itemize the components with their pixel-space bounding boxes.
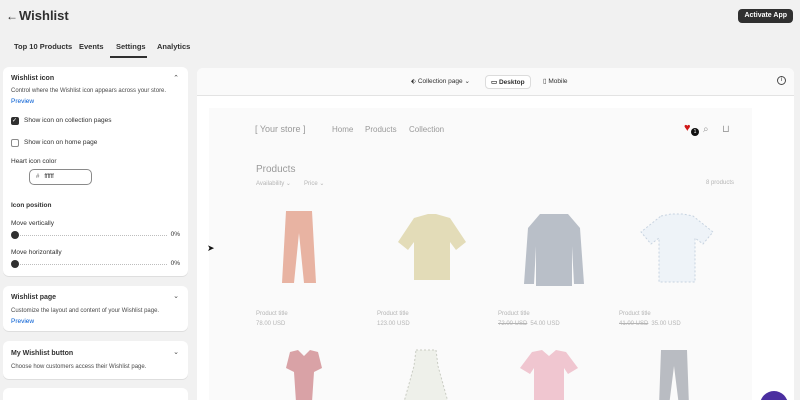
product-card: [514, 346, 614, 400]
product-image: [398, 214, 466, 280]
product-image: [282, 211, 316, 283]
product-image: [286, 350, 322, 400]
page-select-label: Collection page: [417, 78, 463, 85]
desktop-toggle[interactable]: ▭ Desktop: [485, 75, 531, 89]
move-vertical-value: 0%: [170, 231, 180, 238]
tab-top-10-products[interactable]: Top 10 Products: [14, 42, 72, 51]
mobile-label: Mobile: [548, 78, 568, 85]
product-image: [520, 350, 578, 400]
show-home-checkbox[interactable]: [11, 139, 19, 147]
move-horizontal-value: 0%: [170, 260, 180, 267]
desktop-icon: ▭: [491, 79, 498, 86]
nav-products: Products: [365, 125, 397, 134]
panel-description: Customize the layout and content of your…: [11, 308, 160, 314]
arrow-left-icon[interactable]: ←: [6, 9, 18, 23]
store-preview-frame: ⬖ Collection page ⌄ ▭ Desktop ▯ Mobile i…: [197, 68, 794, 400]
move-vertical-slider[interactable]: [15, 235, 167, 236]
wishlist-icon-panel: Wishlist icon ⌃ Control where the Wishli…: [3, 67, 188, 276]
product-title: Product title: [377, 311, 409, 317]
chevron-down-icon: ⌄: [464, 78, 470, 85]
panel-description: Control where the Wishlist icon appears …: [11, 88, 167, 94]
preview-link[interactable]: Preview: [11, 98, 34, 105]
activate-app-button[interactable]: Activate App: [738, 9, 793, 23]
active-tab-indicator: [110, 56, 147, 58]
product-title: Product title: [256, 311, 288, 317]
preview-toolbar: ⬖ Collection page ⌄ ▭ Desktop ▯ Mobile i: [197, 68, 794, 96]
paint-icon: ⬖: [411, 78, 416, 85]
filter-price: Price ⌄: [304, 181, 325, 187]
preview-link[interactable]: Preview: [11, 318, 34, 325]
desktop-label: Desktop: [498, 79, 525, 86]
wishlist-page-panel[interactable]: Wishlist page ⌄ Customize the layout and…: [3, 286, 188, 331]
hash-prefix: #: [36, 174, 40, 180]
product-image: [524, 214, 584, 286]
tab-bar: Top 10 Products Events Settings Analytic…: [0, 38, 800, 58]
mobile-toggle[interactable]: ▯ Mobile: [543, 75, 568, 89]
product-image: [659, 350, 689, 400]
product-card: [637, 208, 737, 288]
nav-collection: Collection: [409, 125, 445, 134]
chevron-down-icon[interactable]: ⌄: [173, 292, 179, 300]
tab-settings[interactable]: Settings: [116, 42, 146, 51]
chevron-down-icon[interactable]: ⌄: [173, 348, 179, 356]
info-icon[interactable]: i: [777, 76, 786, 85]
store-page: [ Your store ] Home Products Collection …: [209, 108, 752, 400]
icon-position-label: Icon position: [11, 202, 52, 209]
product-count: 8 products: [705, 180, 734, 186]
product-card: [396, 346, 496, 400]
filter-availability: Availability ⌄: [256, 181, 291, 187]
panel-title: My Wishlist button: [11, 350, 74, 357]
product-title: Product title: [619, 311, 651, 317]
heart-color-input[interactable]: # ffffff: [29, 169, 92, 185]
product-card: [392, 208, 492, 288]
chevron-up-icon[interactable]: ⌃: [173, 74, 179, 82]
heart-color-label: Heart icon color: [11, 158, 57, 165]
top-bar: ← Wishlist Activate App: [0, 0, 800, 32]
product-price: 41.00 USD 35.00 USD: [619, 321, 681, 327]
move-vertical-knob[interactable]: [11, 231, 19, 239]
product-image: [640, 213, 714, 283]
panel-title: Wishlist icon: [11, 75, 55, 82]
product-title: Product title: [498, 311, 530, 317]
panel-title: Wishlist page: [11, 294, 57, 301]
wishlist-count-badge: 1: [691, 128, 699, 136]
search-icon: ⌕: [703, 124, 709, 135]
show-collection-label: Show icon on collection pages: [24, 117, 112, 124]
page-select[interactable]: ⬖ Collection page ⌄: [411, 75, 470, 89]
tab-events[interactable]: Events: [79, 42, 104, 51]
page-title: Wishlist: [19, 8, 69, 23]
product-card: [514, 206, 614, 292]
product-card: [274, 346, 374, 400]
store-logo: [ Your store ]: [255, 124, 306, 134]
product-image: [404, 349, 448, 400]
wishlist-heart-icon: ♥: [684, 122, 691, 134]
mobile-icon: ▯: [543, 78, 547, 85]
my-wishlist-button-panel[interactable]: My Wishlist button ⌄ Choose how customer…: [3, 341, 188, 379]
product-price: 78.00 USD: [256, 321, 286, 327]
show-collection-checkbox[interactable]: [11, 117, 19, 125]
cart-icon: ⊔: [722, 124, 730, 135]
panel-description: Choose how customers access their Wishli…: [11, 364, 147, 370]
product-price: 123.00 USD: [377, 321, 410, 327]
show-home-label: Show icon on home page: [24, 139, 98, 146]
product-card: [264, 203, 364, 293]
move-horizontal-label: Move horizontally: [11, 249, 62, 256]
move-horizontal-knob[interactable]: [11, 260, 19, 268]
collection-heading: Products: [256, 164, 296, 175]
product-card: [649, 346, 749, 400]
tab-analytics[interactable]: Analytics: [157, 42, 190, 51]
mouse-cursor-icon: ➤: [207, 243, 215, 253]
heart-color-value: ffffff: [44, 174, 54, 180]
add-to-wishlist-panel[interactable]: [3, 388, 188, 400]
move-vertical-label: Move vertically: [11, 220, 54, 227]
move-horizontal-slider[interactable]: [15, 264, 167, 265]
product-price: 72.00 USD 54.00 USD: [498, 321, 560, 327]
nav-home: Home: [332, 125, 354, 134]
